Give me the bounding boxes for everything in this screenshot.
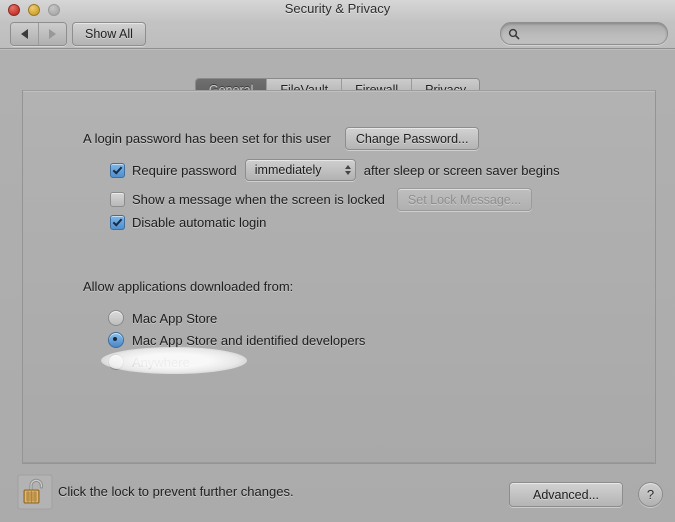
require-password-checkbox[interactable]: [110, 162, 125, 178]
set-lock-message-button: Set Lock Message...: [396, 188, 533, 211]
back-button[interactable]: [11, 23, 38, 45]
change-password-button[interactable]: Change Password...: [344, 127, 480, 150]
radio-mac-app-store[interactable]: Mac App Store: [108, 307, 365, 329]
bottom-divider: [22, 462, 654, 463]
disable-automatic-login-row: Disable automatic login: [110, 215, 266, 230]
help-button[interactable]: ?: [638, 482, 663, 507]
show-lock-message-row: Show a message when the screen is locked…: [110, 188, 533, 211]
radio-anywhere-indicator[interactable]: [108, 354, 124, 370]
radio-identified-developers[interactable]: Mac App Store and identified developers: [108, 329, 365, 351]
allow-apps-radio-group: Mac App Store Mac App Store and identifi…: [101, 307, 365, 374]
radio-identified-developers-indicator[interactable]: [108, 332, 124, 348]
radio-anywhere-label: Anywhere: [132, 354, 190, 370]
radio-mac-app-store-label: Mac App Store: [132, 310, 218, 326]
login-password-row: A login password has been set for this u…: [83, 127, 480, 150]
general-settings-panel: A login password has been set for this u…: [22, 90, 656, 464]
radio-mac-app-store-indicator[interactable]: [108, 310, 124, 326]
require-password-delay-select[interactable]: immediately: [244, 159, 356, 181]
set-lock-message-label: Set Lock Message...: [407, 192, 522, 207]
disable-automatic-login-label: Disable automatic login: [132, 215, 267, 230]
forward-button: [38, 23, 66, 45]
login-password-status: A login password has been set for this u…: [83, 131, 331, 146]
radio-anywhere[interactable]: Anywhere: [108, 351, 365, 373]
title-bar: Security & Privacy: [0, 0, 675, 20]
change-password-label: Change Password...: [355, 131, 469, 146]
require-password-label: Require password: [132, 162, 237, 178]
search-icon: [508, 28, 520, 39]
stepper-arrows-icon: [344, 165, 351, 175]
require-password-row: Require password immediately after sleep…: [110, 159, 560, 181]
navigation-buttons: [10, 22, 67, 46]
show-lock-message-label: Show a message when the screen is locked: [132, 192, 385, 207]
help-label: ?: [646, 487, 655, 502]
show-all-button[interactable]: Show All: [72, 22, 146, 46]
toolbar: Show All: [0, 20, 675, 49]
show-lock-message-checkbox[interactable]: [110, 192, 125, 207]
search-field[interactable]: [500, 22, 668, 45]
triangle-right-icon: [49, 29, 56, 39]
disable-automatic-login-checkbox[interactable]: [110, 215, 125, 230]
unlocked-padlock-icon[interactable]: [17, 474, 53, 510]
lock-note: Click the lock to prevent further change…: [58, 484, 294, 499]
show-all-label: Show All: [85, 27, 133, 41]
advanced-label: Advanced...: [532, 487, 599, 502]
preferences-window: Security & Privacy Show All Gener: [0, 0, 675, 522]
radio-identified-developers-label: Mac App Store and identified developers: [132, 332, 366, 348]
toolbar-divider-highlight: [0, 49, 675, 50]
advanced-button[interactable]: Advanced...: [508, 482, 623, 507]
triangle-left-icon: [21, 29, 28, 39]
window-title: Security & Privacy: [284, 1, 391, 16]
allow-apps-heading: Allow applications downloaded from:: [83, 279, 294, 294]
search-input[interactable]: [524, 25, 658, 42]
require-password-delay-value: immediately: [254, 163, 322, 177]
require-password-suffix-label: after sleep or screen saver begins: [363, 162, 560, 178]
